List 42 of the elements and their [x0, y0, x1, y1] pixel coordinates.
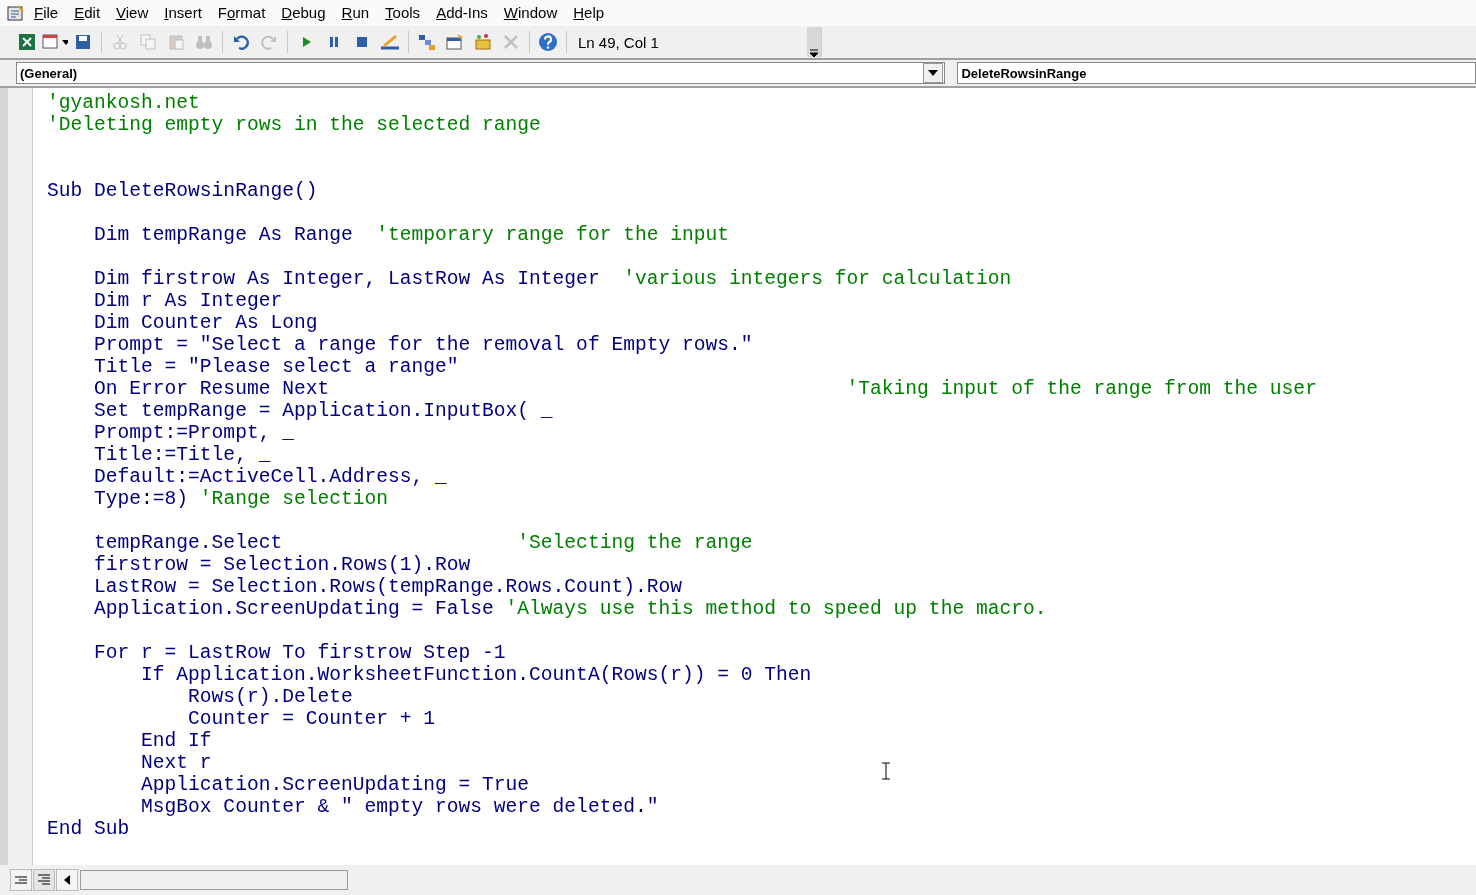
code-line: Prompt = "Select a range for the removal of Empty rows." [93, 334, 753, 356]
code-line: Default:=ActiveCell.Address, _ [93, 466, 447, 488]
code-line: Title:=Title, _ [93, 444, 271, 466]
cursor-position: Ln 49, Col 1 [577, 33, 659, 51]
object-dropdown[interactable]: (General) [16, 62, 946, 84]
code-line: Set tempRange = Application.InputBox( _ [93, 400, 553, 422]
menu-item[interactable]: Edit [66, 0, 109, 26]
code-line: firstrow = Selection.Rows(1).Row [93, 554, 471, 576]
code-line: Dim r As Integer [93, 290, 283, 312]
code-line: For r = LastRow To firstrow Step -1 [93, 642, 506, 664]
code-line: tempRange.Select 'Selecting the range [93, 532, 753, 554]
code-line: Next r [140, 752, 212, 774]
code-line: Prompt:=Prompt, _ [93, 422, 294, 444]
menu-item[interactable]: Run [333, 0, 378, 26]
code-line: 'Deleting empty rows in the selected range [47, 114, 541, 136]
menu-item[interactable]: Format [209, 0, 274, 26]
code-line: Counter = Counter + 1 [187, 708, 436, 730]
code-line: Dim firstrow As Integer, LastRow As Integer 'various integers for calculation [93, 268, 1012, 290]
menu-item[interactable]: View [108, 0, 157, 26]
code-line: Sub DeleteRowsinRange() [47, 180, 318, 202]
code-line: Title = "Please select a range" [93, 356, 459, 378]
menu-item[interactable]: Tools [377, 0, 429, 26]
menu-item[interactable]: Debug [273, 0, 334, 26]
code-line: Rows(r).Delete [187, 686, 353, 708]
menu-item[interactable]: Help [565, 0, 613, 26]
code-line: End If [140, 730, 212, 752]
code-line: MsgBox Counter & " empty rows were deleted." [140, 796, 659, 818]
code-line: Dim tempRange As Range 'temporary range for the input [93, 224, 729, 246]
code-line: Type:=8) 'Range selection [93, 488, 388, 510]
code-line: Application.ScreenUpdating = False 'Always use this method to speed up the macro. [93, 598, 1047, 620]
procedure-dropdown[interactable]: DeleteRowsinRange [957, 62, 1476, 84]
code-line: LastRow = Selection.Rows(tempRange.Rows.Count).Row [93, 576, 682, 598]
code-line: 'gyankosh.net [47, 92, 200, 114]
code-line: On Error Resume Next 'Taking input of the range from the user [93, 378, 1317, 400]
menu-item[interactable]: File [26, 0, 67, 26]
menu-item[interactable]: Window [495, 0, 566, 26]
code-line: Application.ScreenUpdating = True [140, 774, 530, 796]
menu-item[interactable]: Add-Ins [428, 0, 496, 26]
code-line: If Application.WorksheetFunction.CountA(Rows(r)) = 0 Then [140, 664, 812, 686]
code-line: Dim Counter As Long [93, 312, 318, 334]
menu-item[interactable]: Insert [156, 0, 210, 26]
code-line: End Sub [47, 818, 130, 840]
